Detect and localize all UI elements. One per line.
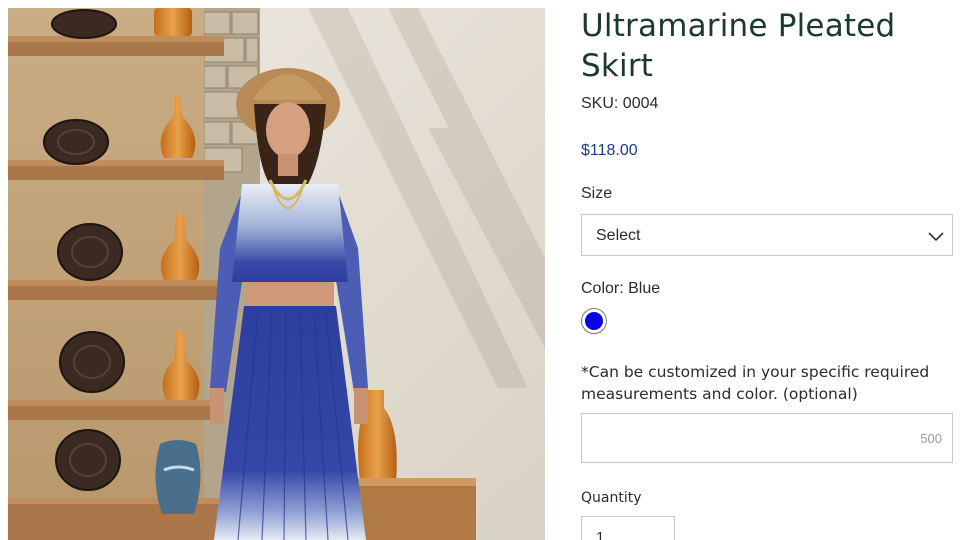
customization-note: *Can be customized in your specific requ… [581, 363, 930, 403]
quantity-value: 1 [596, 529, 605, 540]
product-title: Ultramarine Pleated Skirt [581, 8, 896, 84]
product-price: $118.00 [581, 142, 638, 159]
chevron-down-icon [926, 229, 946, 243]
color-swatch-fill [585, 312, 603, 330]
size-label: Size [581, 185, 613, 202]
color-swatch-blue[interactable] [581, 308, 607, 334]
character-limit-counter: 500 [920, 431, 942, 446]
quantity-label: Quantity [581, 490, 642, 506]
product-image[interactable] [8, 8, 545, 540]
quantity-input[interactable]: 1 [581, 516, 675, 540]
size-dropdown-value: Select [596, 227, 641, 244]
customization-textarea[interactable]: 500 [581, 413, 953, 463]
product-info-panel: Ultramarine Pleated Skirt SKU: 0004 $118… [581, 0, 960, 540]
size-dropdown[interactable]: Select [581, 214, 953, 256]
color-label: Color: Blue [581, 280, 661, 297]
product-sku: SKU: 0004 [581, 95, 659, 112]
product-photo-illustration [8, 8, 545, 540]
